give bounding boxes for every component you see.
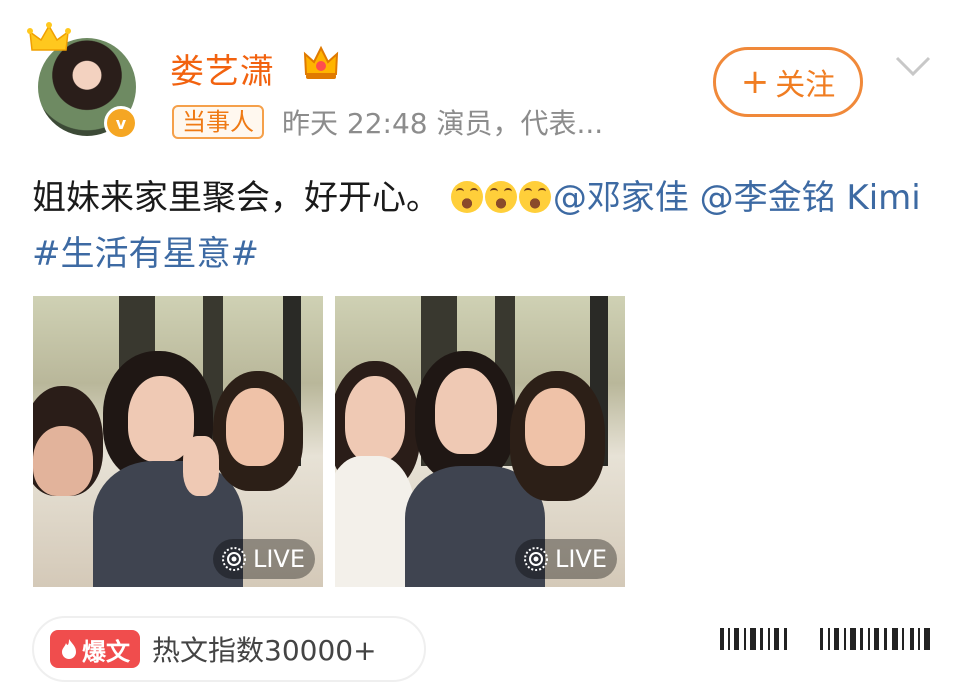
watermark-barcode bbox=[720, 628, 930, 650]
hot-index-card[interactable]: 爆文 热文指数30000+ bbox=[32, 616, 426, 682]
hot-index-text: 热文指数30000+ bbox=[152, 634, 377, 667]
follow-label: 关注 bbox=[775, 68, 836, 103]
live-label: LIVE bbox=[554, 545, 607, 573]
laugh-cry-emoji-icon bbox=[484, 181, 517, 213]
follow-button[interactable]: + 关注 bbox=[713, 47, 863, 117]
plus-icon: + bbox=[740, 62, 770, 102]
hashtag-link[interactable]: #生活有星意# bbox=[32, 234, 259, 274]
flame-icon bbox=[62, 639, 76, 659]
vip-crown-icon[interactable] bbox=[302, 44, 340, 82]
post-content: 姐妹来家里聚会，好开心。 @邓家佳 @李金铭 Kimi #生活有星意# bbox=[32, 170, 932, 282]
username[interactable]: 娄艺潇 bbox=[170, 44, 275, 93]
hot-tag-label: 爆文 bbox=[82, 637, 130, 666]
timestamp-and-bio: 昨天 22:48 演员，代表... bbox=[282, 107, 604, 140]
post-photo[interactable]: LIVE bbox=[335, 296, 625, 587]
live-label: LIVE bbox=[252, 545, 305, 573]
post-photo[interactable]: LIVE bbox=[33, 296, 323, 587]
live-photo-icon bbox=[221, 547, 246, 571]
post-text: 姐妹来家里聚会，好开心。 bbox=[32, 178, 440, 218]
live-photo-icon bbox=[523, 547, 548, 571]
laugh-cry-emoji-icon bbox=[518, 181, 551, 213]
hot-tag: 爆文 bbox=[50, 630, 140, 668]
verified-badge: v bbox=[104, 106, 138, 140]
live-badge[interactable]: LIVE bbox=[212, 539, 315, 579]
mention-link[interactable]: @李金铭 Kimi bbox=[700, 178, 921, 218]
mention-link[interactable]: @邓家佳 bbox=[553, 178, 689, 218]
live-badge[interactable]: LIVE bbox=[514, 539, 617, 579]
chevron-down-icon[interactable] bbox=[893, 52, 933, 80]
post-meta: 当事人 昨天 22:48 演员，代表... bbox=[172, 104, 603, 140]
laugh-cry-emoji-icon bbox=[450, 181, 483, 213]
avatar-container[interactable]: v bbox=[26, 20, 146, 140]
crown-icon bbox=[27, 22, 71, 51]
party-tag: 当事人 bbox=[172, 105, 264, 139]
